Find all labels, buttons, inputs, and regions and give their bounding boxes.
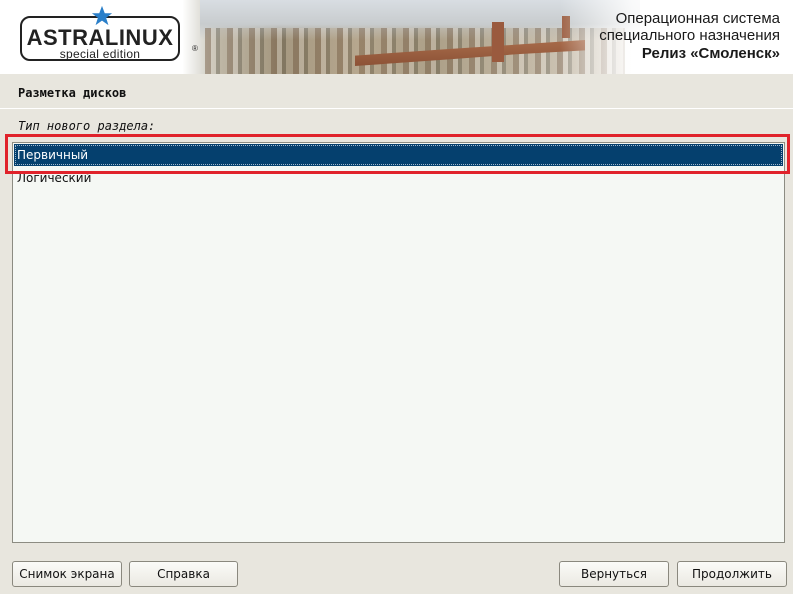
registered-mark: ®: [192, 44, 198, 53]
release-name: Релиз «Смоленск»: [641, 45, 780, 62]
banner-tower: [492, 22, 504, 62]
screenshot-button[interactable]: Снимок экрана: [12, 561, 122, 587]
list-item-primary[interactable]: Первичный: [14, 144, 783, 166]
os-name-line2: специального назначения: [599, 27, 780, 44]
partition-type-prompt: Тип нового раздела:: [18, 119, 156, 133]
logo-subtitle: special edition: [59, 47, 141, 61]
partition-type-list[interactable]: Первичный Логический: [12, 142, 785, 543]
os-name-line1: Операционная система: [615, 10, 780, 27]
page-title: Разметка дисков: [18, 86, 127, 100]
star-icon: [91, 5, 113, 26]
divider: [0, 108, 793, 109]
header-banner: ASTRALINUX special edition ® Операционна…: [0, 0, 793, 74]
continue-button[interactable]: Продолжить: [677, 561, 787, 587]
back-button[interactable]: Вернуться: [559, 561, 669, 587]
list-item-logical[interactable]: Логический: [14, 167, 783, 189]
help-button[interactable]: Справка: [129, 561, 238, 587]
